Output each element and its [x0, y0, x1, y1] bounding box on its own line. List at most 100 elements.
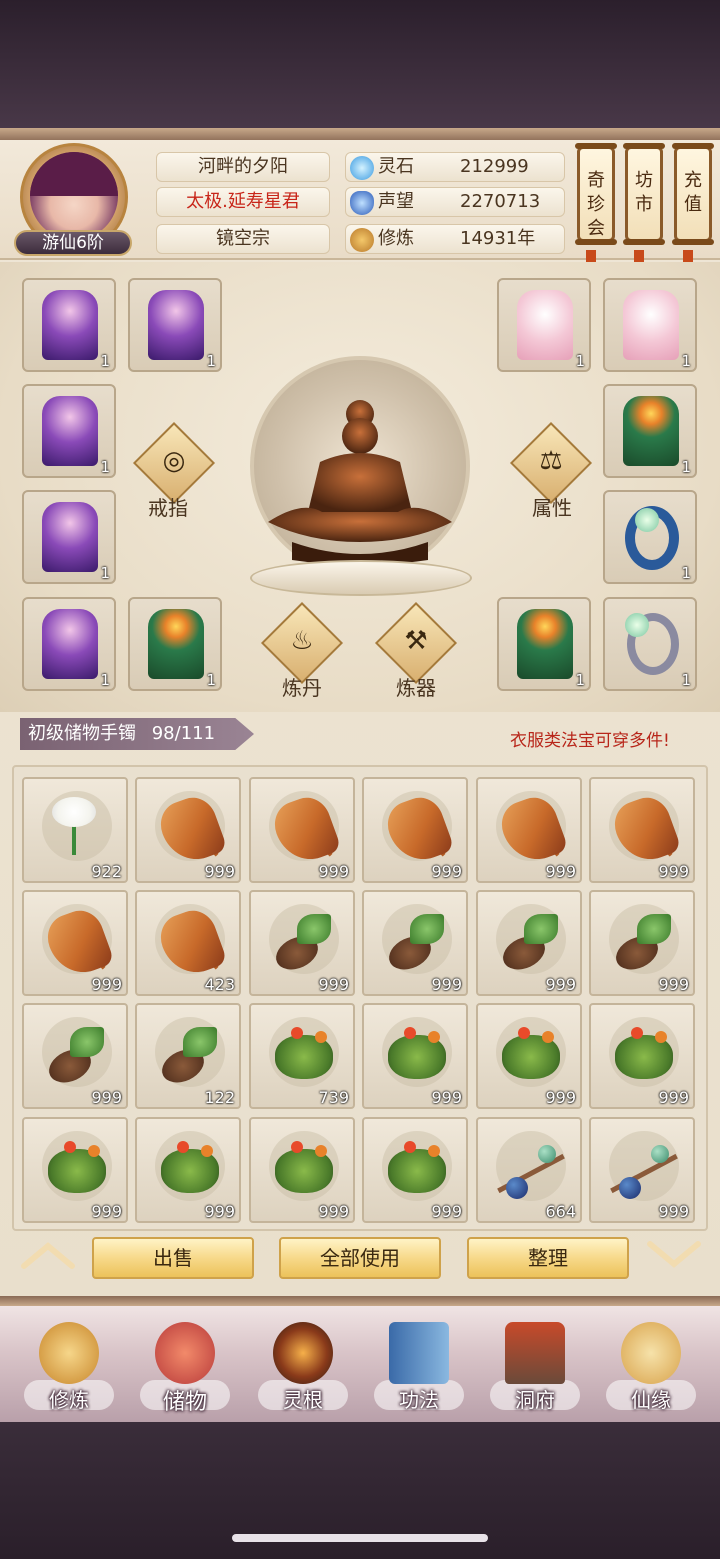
leaf [410, 914, 444, 944]
item-count: 1 [681, 352, 691, 370]
inventory-slot[interactable]: 423 [135, 890, 241, 996]
bag-name: 初级储物手镯 [28, 723, 136, 744]
nav-label: 功法 [399, 1388, 439, 1412]
leaf [183, 1027, 217, 1057]
scroll-down-icon[interactable] [646, 1240, 702, 1270]
flower-bud [631, 1027, 643, 1039]
inventory-slot[interactable]: 999 [589, 1003, 695, 1109]
item-count: 739 [318, 1088, 349, 1107]
player-sect[interactable]: 镜空宗 [156, 224, 330, 254]
nav-immortal-fate[interactable]: 仙缘 [596, 1314, 706, 1418]
inventory-slot[interactable]: 999 [135, 1117, 241, 1223]
equip-slot[interactable]: 1 [22, 384, 116, 478]
ring-icon: ◎ [162, 446, 186, 476]
equip-slot[interactable]: 1 [22, 597, 116, 691]
attributes-label: 属性 [532, 496, 572, 520]
meditating-figure [268, 400, 452, 565]
berry [651, 1145, 669, 1163]
nav-storage[interactable]: 储物 [130, 1314, 240, 1418]
equip-slot[interactable]: 1 [603, 278, 697, 372]
reputation-crystal-icon [350, 191, 374, 215]
stat-label: 灵石 [378, 156, 414, 177]
inventory-slot[interactable]: 739 [249, 1003, 355, 1109]
sell-button[interactable]: 出售 [92, 1237, 254, 1279]
leaf [297, 914, 331, 944]
inventory-slot[interactable]: 999 [362, 890, 468, 996]
item-count: 999 [204, 862, 235, 881]
shortcut-label: 充值 [684, 170, 702, 215]
equip-slot[interactable]: 1 [603, 490, 697, 584]
recharge-button[interactable]: 充值 [672, 143, 714, 245]
sort-button[interactable]: 整理 [467, 1237, 629, 1279]
equip-slot[interactable]: 1 [128, 278, 222, 372]
inventory-slot[interactable]: 999 [22, 1117, 128, 1223]
player-name: 河畔的夕阳 [156, 152, 330, 182]
purple-robe-icon [42, 290, 98, 360]
inventory-slot[interactable]: 999 [22, 890, 128, 996]
equip-slot[interactable]: 1 [128, 597, 222, 691]
equip-slot[interactable]: 1 [22, 490, 116, 584]
item-count: 1 [100, 671, 110, 689]
use-all-button[interactable]: 全部使用 [279, 1237, 441, 1279]
alchemy-label: 炼丹 [282, 676, 322, 700]
inventory-slot[interactable]: 999 [476, 777, 582, 883]
item-count: 664 [545, 1202, 576, 1221]
nav-cultivation[interactable]: 修炼 [14, 1314, 124, 1418]
green-robe-icon [517, 609, 573, 679]
cauldron-icon: ♨ [290, 626, 314, 656]
inventory-slot[interactable]: 999 [589, 777, 695, 883]
leaf [524, 914, 558, 944]
treasure-auction-button[interactable]: 奇珍会 [575, 143, 617, 245]
inventory-slot[interactable]: 922 [22, 777, 128, 883]
equip-slot[interactable]: 1 [603, 597, 697, 691]
market-button[interactable]: 坊市 [623, 143, 665, 245]
bag-tab[interactable]: 初级储物手镯 98/111 [20, 718, 254, 750]
equip-slot[interactable]: 1 [497, 278, 591, 372]
item-count: 999 [318, 975, 349, 994]
shortcut-label: 奇珍会 [587, 170, 605, 239]
inventory-slot[interactable]: 999 [249, 1117, 355, 1223]
item-count: 999 [545, 862, 576, 881]
reputation-stat: 声望 2270713 [345, 187, 565, 217]
ring-label: 戒指 [148, 496, 188, 520]
shortcut-label: 坊市 [635, 170, 653, 215]
stat-value: 14931年 [460, 228, 536, 249]
nav-cave[interactable]: 洞府 [480, 1314, 590, 1418]
nav-label: 灵根 [283, 1388, 323, 1412]
inventory-slot[interactable]: 999 [476, 1003, 582, 1109]
nav-label: 仙缘 [631, 1388, 671, 1412]
inventory-slot[interactable]: 999 [249, 890, 355, 996]
nav-spirit-root[interactable]: 灵根 [248, 1314, 358, 1418]
spirit-stone-stat: 灵石 212999 [345, 152, 565, 182]
leaf [637, 914, 671, 944]
item-count: 999 [91, 1088, 122, 1107]
flower-bud [428, 1031, 440, 1043]
inventory-slot[interactable]: 122 [135, 1003, 241, 1109]
inventory-slot[interactable]: 999 [362, 1117, 468, 1223]
scroll-up-icon[interactable] [20, 1240, 76, 1270]
inventory-slot[interactable]: 999 [135, 777, 241, 883]
inventory-slot[interactable]: 999 [362, 777, 468, 883]
lily-flower [52, 797, 96, 827]
equip-slot[interactable]: 1 [22, 278, 116, 372]
item-count: 1 [100, 564, 110, 582]
equip-slot[interactable]: 1 [603, 384, 697, 478]
player-title[interactable]: 太极.延寿星君 [156, 187, 330, 217]
panel-bottom-border [0, 1296, 720, 1306]
inventory-slot[interactable]: 999 [589, 1117, 695, 1223]
nav-technique[interactable]: 功法 [364, 1314, 474, 1418]
immortal-fate-icon [621, 1322, 681, 1384]
item-count: 999 [658, 975, 689, 994]
equip-slot[interactable]: 1 [497, 597, 591, 691]
inventory-slot[interactable]: 664 [476, 1117, 582, 1223]
inventory-slot[interactable]: 999 [22, 1003, 128, 1109]
inventory-slot[interactable]: 999 [476, 890, 582, 996]
spirit-root-icon [273, 1322, 333, 1384]
flower-bud [201, 1145, 213, 1157]
inventory-slot[interactable]: 999 [362, 1003, 468, 1109]
inventory-slot[interactable]: 999 [249, 777, 355, 883]
inventory-slot[interactable]: 999 [589, 890, 695, 996]
berry [538, 1145, 556, 1163]
stat-value: 2270713 [460, 191, 541, 212]
home-indicator[interactable] [232, 1534, 488, 1542]
